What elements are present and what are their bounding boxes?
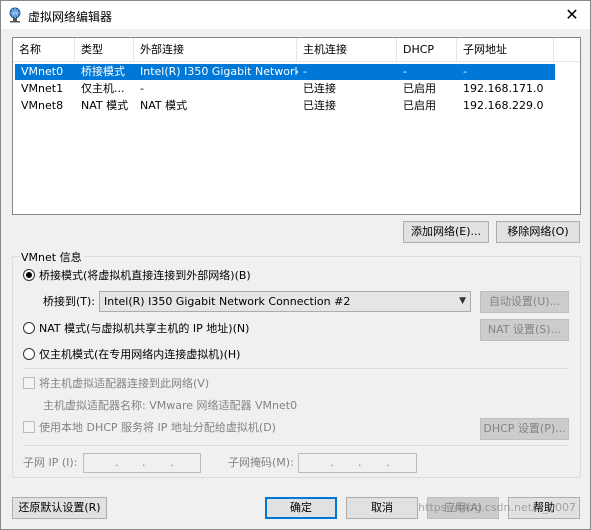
bridged-label: 桥接模式(将虚拟机直接连接到外部网络)(B) [39,269,251,282]
nat-settings-button[interactable]: NAT 设置(S)... [480,319,569,341]
cell-external: Intel(R) I350 Gigabit Network Connection… [140,65,298,78]
bridged-to-value: Intel(R) I350 Gigabit Network Connection… [104,295,351,308]
add-network-button[interactable]: 添加网络(E)... [403,221,489,243]
nat-radio[interactable] [23,322,35,334]
table-row[interactable]: VMnet0 桥接模式 Intel(R) I350 Gigabit Networ… [15,64,555,80]
restore-defaults-button[interactable]: 还原默认设置(R) [12,497,107,519]
cell-external: NAT 模式 [140,99,188,112]
cell-dhcp: 已启用 [403,99,436,112]
adapter-name-label: 主机虚拟适配器名称: VMware 网络适配器 VMnet0 [43,399,298,412]
column-header-dhcp[interactable]: DHCP [397,38,457,62]
divider [23,368,569,369]
dhcp-settings-button[interactable]: DHCP 设置(P)... [480,418,569,440]
cell-type: 桥接模式 [81,65,125,78]
divider [23,445,569,446]
network-globe-icon [7,7,23,23]
cell-name: VMnet1 [21,82,64,95]
cancel-button[interactable]: 取消 [346,497,418,519]
cell-type: NAT 模式 [81,99,129,112]
bridged-radio[interactable] [23,269,35,281]
hostonly-radio[interactable] [23,348,35,360]
nat-label: NAT 模式(与虚拟机共享主机的 IP 地址)(N) [39,322,250,335]
table-row[interactable]: VMnet1 仅主机... - 已连接 已启用 192.168.171.0 [15,81,555,97]
column-header-name[interactable]: 名称 [13,38,75,62]
cell-host: - [303,65,307,78]
chevron-down-icon: ▼ [459,296,466,306]
window-title: 虚拟网络编辑器 [28,10,113,24]
bridged-to-select[interactable]: Intel(R) I350 Gigabit Network Connection… [99,291,471,312]
subnet-ip-label: 子网 IP (I): [23,456,78,469]
network-list-header: 名称 类型 外部连接 主机连接 DHCP 子网地址 [13,38,580,62]
watermark-text: https://blog.csdn.net/a_0007 [418,501,576,514]
nat-mode-option[interactable]: NAT 模式(与虚拟机共享主机的 IP 地址)(N) [23,321,249,337]
cell-host: 已连接 [303,82,336,95]
cell-subnet: - [463,65,467,78]
network-list[interactable]: 名称 类型 外部连接 主机连接 DHCP 子网地址 VMnet0 桥接模式 In… [12,37,581,215]
cell-subnet: 192.168.171.0 [463,82,544,95]
connect-adapter-label: 将主机虚拟适配器连接到此网络(V) [39,377,210,390]
close-icon[interactable]: ✕ [554,1,590,29]
hostonly-label: 仅主机模式(在专用网络内连接虚拟机)(H) [39,348,241,361]
table-row[interactable]: VMnet8 NAT 模式 NAT 模式 已连接 已启用 192.168.229… [15,98,555,114]
use-dhcp-option[interactable]: 使用本地 DHCP 服务将 IP 地址分配给虚拟机(D) [23,420,276,436]
use-dhcp-label: 使用本地 DHCP 服务将 IP 地址分配给虚拟机(D) [39,421,276,434]
column-header-type[interactable]: 类型 [75,38,134,62]
column-header-external[interactable]: 外部连接 [134,38,297,62]
vmnet-info-title: VMnet 信息 [19,249,84,265]
bridged-to-label: 桥接到(T): [43,295,96,308]
connect-adapter-option[interactable]: 将主机虚拟适配器连接到此网络(V) [23,376,209,392]
subnet-mask-input[interactable]: . . . [298,453,417,473]
connect-adapter-checkbox[interactable] [23,377,35,389]
title-bar: 虚拟网络编辑器 ✕ [1,1,590,29]
cell-dhcp: - [403,65,407,78]
cell-subnet: 192.168.229.0 [463,99,544,112]
bridged-mode-option[interactable]: 桥接模式(将虚拟机直接连接到外部网络)(B) [23,268,251,284]
virtual-network-editor-window: 虚拟网络编辑器 ✕ 名称 类型 外部连接 主机连接 DHCP 子网地址 VMne… [0,0,591,530]
column-header-subnet[interactable]: 子网地址 [457,38,554,62]
subnet-mask-label: 子网掩码(M): [228,456,294,469]
cell-host: 已连接 [303,99,336,112]
use-dhcp-checkbox[interactable] [23,421,35,433]
subnet-ip-input[interactable]: . . . [83,453,201,473]
cell-type: 仅主机... [81,82,125,95]
remove-network-button[interactable]: 移除网络(O) [496,221,580,243]
cell-external: - [140,82,144,95]
cell-name: VMnet0 [21,65,64,78]
hostonly-mode-option[interactable]: 仅主机模式(在专用网络内连接虚拟机)(H) [23,347,240,363]
cell-dhcp: 已启用 [403,82,436,95]
column-header-host[interactable]: 主机连接 [297,38,397,62]
auto-settings-button[interactable]: 自动设置(U)... [480,291,569,313]
ok-button[interactable]: 确定 [265,497,337,519]
cell-name: VMnet8 [21,99,64,112]
